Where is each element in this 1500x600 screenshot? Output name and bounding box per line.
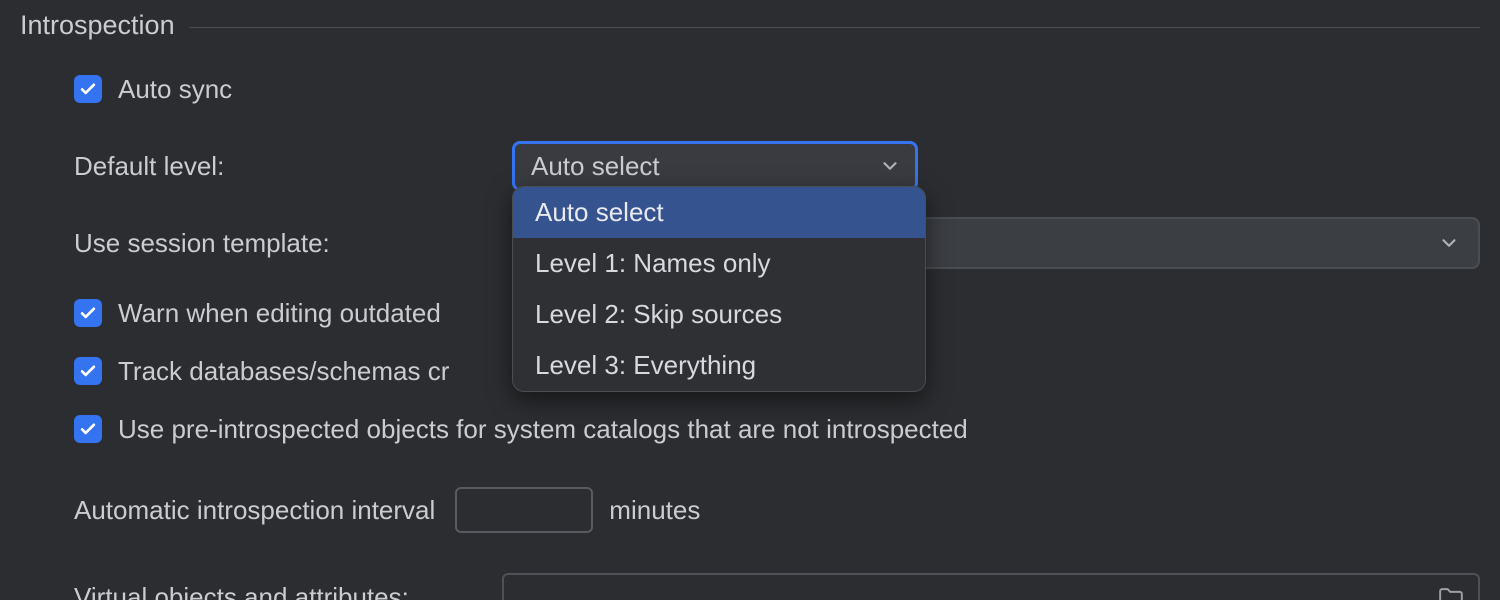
dropdown-item[interactable]: Auto select: [513, 187, 925, 238]
warn-outdated-checkbox[interactable]: [74, 299, 102, 327]
default-level-value: Auto select: [531, 151, 660, 182]
autosync-label: Auto sync: [118, 74, 232, 105]
group-header: Introspection: [20, 10, 1480, 41]
interval-unit: minutes: [609, 495, 700, 526]
check-icon: [78, 419, 98, 439]
chevron-down-icon: [1438, 232, 1460, 254]
track-db-checkbox[interactable]: [74, 357, 102, 385]
dropdown-item[interactable]: Level 2: Skip sources: [513, 289, 925, 340]
default-level-label: Default level:: [74, 151, 224, 181]
preintrospected-label: Use pre-introspected objects for system …: [118, 414, 968, 445]
check-icon: [78, 361, 98, 381]
track-db-label: Track databases/schemas cr: [118, 356, 449, 387]
warn-outdated-label: Warn when editing outdated: [118, 298, 441, 329]
interval-label: Automatic introspection interval: [74, 495, 435, 526]
group-divider: [189, 27, 1480, 28]
check-icon: [78, 79, 98, 99]
virtual-label: Virtual objects and attributes:: [74, 582, 409, 600]
folder-icon[interactable]: [1438, 586, 1464, 600]
group-title: Introspection: [20, 10, 189, 41]
check-icon: [78, 303, 98, 323]
dropdown-item[interactable]: Level 3: Everything: [513, 340, 925, 391]
session-template-label: Use session template:: [74, 228, 330, 258]
default-level-dropdown[interactable]: Auto select Level 1: Names only Level 2:…: [512, 186, 926, 392]
interval-input[interactable]: [455, 487, 593, 533]
dropdown-item[interactable]: Level 1: Names only: [513, 238, 925, 289]
autosync-checkbox[interactable]: [74, 75, 102, 103]
chevron-down-icon: [879, 155, 901, 177]
preintrospected-checkbox[interactable]: [74, 415, 102, 443]
default-level-select[interactable]: Auto select: [512, 141, 918, 191]
virtual-input[interactable]: [502, 573, 1480, 600]
